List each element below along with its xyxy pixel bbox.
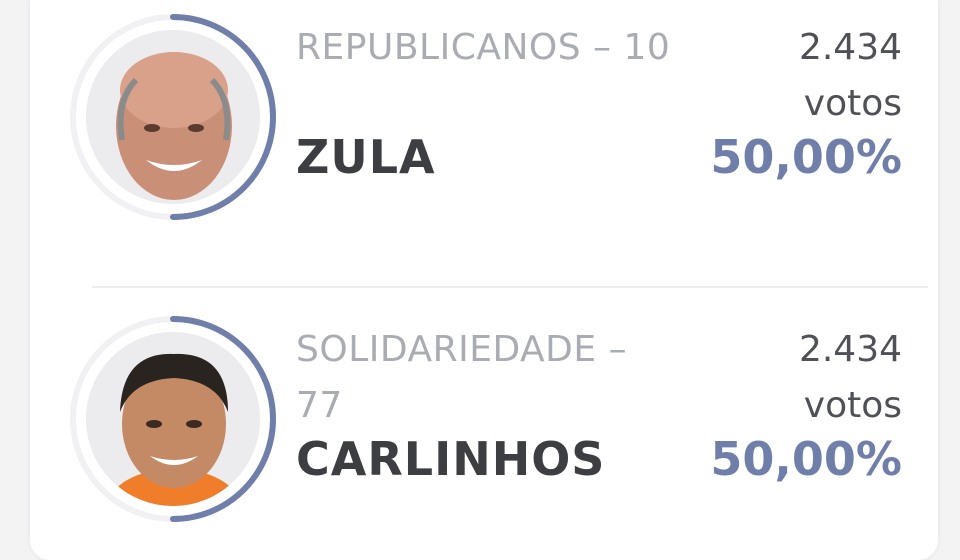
vote-count-number: 2.434	[798, 329, 902, 370]
vote-percentage: 50,00%	[710, 432, 902, 486]
candidate-name: ZULA	[296, 130, 436, 184]
vote-percentage: 50,00%	[710, 130, 902, 184]
vote-count-unit: votos	[803, 83, 902, 124]
candidate-row[interactable]: SOLIDARIEDADE – 77 CARLINHOS 2.434 votos…	[30, 302, 938, 542]
candidate-photo-icon	[86, 332, 260, 506]
candidate-name: CARLINHOS	[296, 432, 606, 486]
vote-count: 2.434 votos	[662, 20, 902, 132]
row-divider	[92, 286, 928, 288]
candidate-photo	[86, 30, 260, 204]
party-label: REPUBLICANOS – 10	[296, 27, 671, 68]
candidate-photo-icon	[86, 30, 260, 204]
party-label: SOLIDARIEDADE – 77	[296, 329, 628, 426]
vote-count-number: 2.434	[798, 27, 902, 68]
candidate-row[interactable]: REPUBLICANOS – 10 ZULA 2.434 votos 50,00…	[30, 0, 938, 240]
candidate-avatar	[68, 12, 278, 222]
results-card: REPUBLICANOS – 10 ZULA 2.434 votos 50,00…	[30, 0, 938, 560]
vote-count: 2.434 votos	[662, 322, 902, 434]
candidate-avatar	[68, 314, 278, 524]
vote-count-unit: votos	[803, 385, 902, 426]
candidate-photo	[86, 332, 260, 506]
